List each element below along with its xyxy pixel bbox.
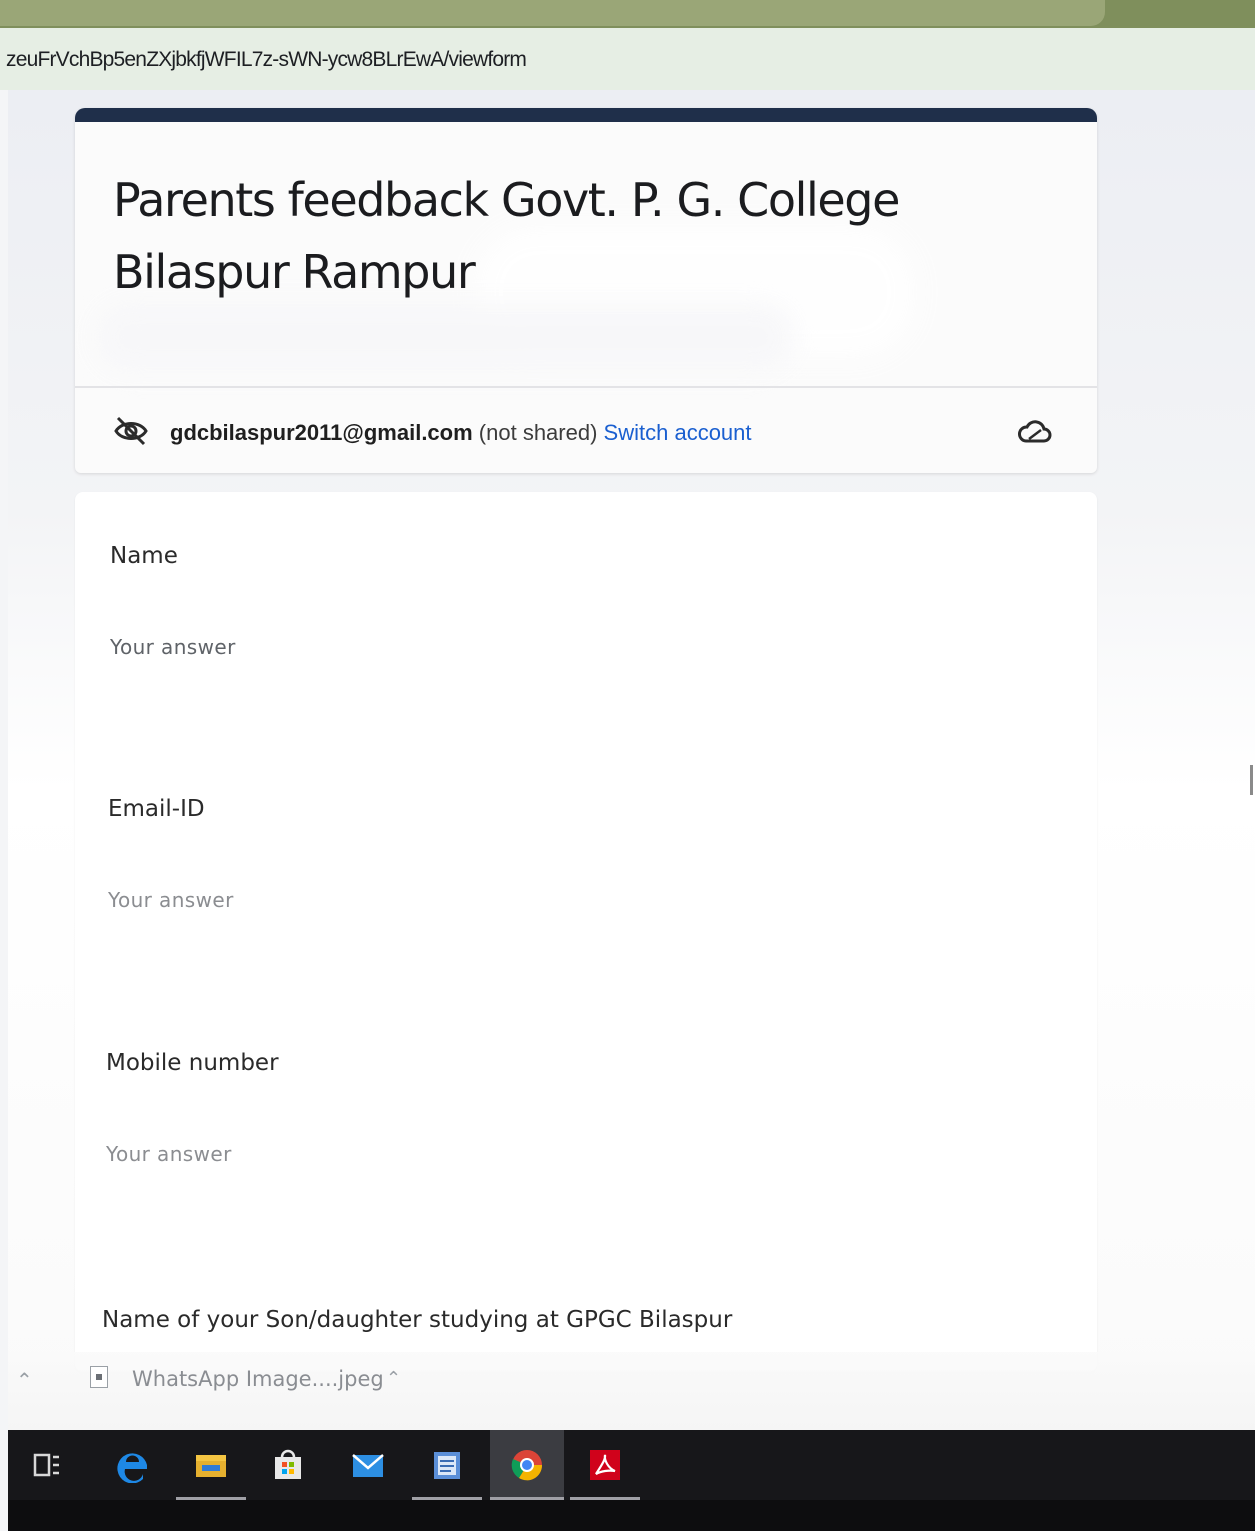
taskbar-chrome[interactable] [490, 1430, 564, 1500]
form-questions-card [75, 492, 1097, 1372]
email-answer-field[interactable]: Your answer [108, 888, 234, 912]
question-label-name: Name [110, 543, 178, 569]
acrobat-icon [590, 1450, 620, 1480]
account-email: gdcbilaspur2011@gmail.com [170, 420, 473, 445]
taskbar-word[interactable] [412, 1430, 482, 1500]
task-view-icon [33, 1453, 59, 1477]
mail-icon [352, 1454, 384, 1477]
blurred-region [95, 302, 795, 372]
question-label-mobile: Mobile number [106, 1050, 279, 1076]
chevron-up-icon[interactable]: ⌃ [386, 1368, 401, 1389]
chevron-up-icon[interactable]: ⌃ [16, 1368, 33, 1392]
switch-account-link[interactable]: Switch account [604, 420, 752, 445]
browser-tabstrip [0, 0, 1255, 28]
download-bar: ⌃ WhatsApp Image....jpeg ⌃ [8, 1352, 1255, 1430]
account-info: gdcbilaspur2011@gmail.com (not shared) S… [170, 420, 752, 446]
eye-off-icon [114, 416, 148, 446]
word-icon [434, 1452, 460, 1479]
form-title-line1: Parents feedback Govt. P. G. College [113, 173, 900, 227]
name-answer-field[interactable]: Your answer [110, 635, 236, 659]
browser-tab[interactable] [0, 0, 1105, 26]
scrollbar-mark[interactable] [1250, 765, 1253, 795]
chrome-icon [511, 1450, 543, 1481]
taskbar-task-view[interactable] [12, 1430, 82, 1500]
form-header-card: Parents feedback Govt. P. G. College Bil… [75, 108, 1097, 473]
cloud-icon [1018, 420, 1052, 443]
taskbar-mail[interactable] [333, 1430, 403, 1500]
download-file-name[interactable]: WhatsApp Image....jpeg [132, 1367, 384, 1391]
edge-icon [117, 1453, 147, 1483]
header-divider [75, 386, 1097, 388]
account-row: gdcbilaspur2011@gmail.com (not shared) S… [75, 390, 1097, 472]
question-label-child-name: Name of your Son/daughter studying at GP… [102, 1307, 733, 1333]
taskbar [8, 1430, 1255, 1531]
form-title-line2: Bilaspur Rampur [113, 245, 476, 299]
taskbar-file-explorer[interactable] [176, 1430, 246, 1500]
form-title: Parents feedback Govt. P. G. College Bil… [113, 164, 993, 308]
url-text[interactable]: zeuFrVchBp5enZXjbkfjWFIL7z-sWN-ycw8BLrEw… [6, 48, 527, 72]
question-label-email: Email-ID [108, 796, 205, 822]
mobile-answer-field[interactable]: Your answer [106, 1142, 232, 1166]
folder-icon [196, 1455, 226, 1477]
store-icon [275, 1449, 301, 1479]
taskbar-edge[interactable] [98, 1430, 168, 1500]
taskbar-acrobat[interactable] [570, 1430, 640, 1500]
file-icon [90, 1366, 108, 1388]
screen-bezel [8, 1500, 1255, 1531]
address-bar[interactable]: zeuFrVchBp5enZXjbkfjWFIL7z-sWN-ycw8BLrEw… [0, 28, 1255, 90]
not-shared-note: (not shared) [478, 420, 598, 445]
taskbar-store[interactable] [253, 1430, 323, 1500]
